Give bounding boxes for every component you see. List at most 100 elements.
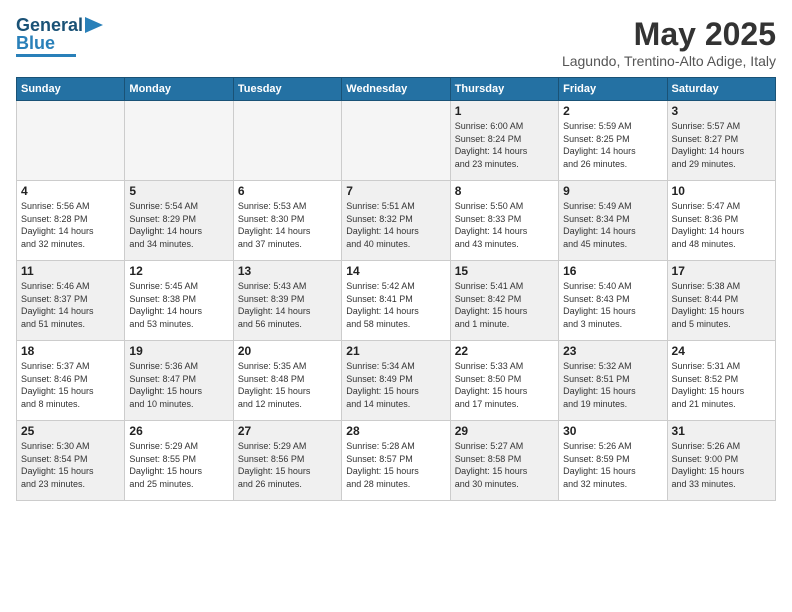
- calendar-cell: 12 Sunrise: 5:45 AM Sunset: 8:38 PM Dayli…: [125, 261, 233, 341]
- month-year-title: May 2025: [562, 16, 776, 53]
- calendar-cell: 16Sunrise: 5:40 AM Sunset: 8:43 PM Dayli…: [559, 261, 667, 341]
- calendar-cell: 31 Sunrise: 5:26 AM Sunset: 9:00 PM Dayli…: [667, 421, 775, 501]
- cell-info: Sunrise: 5:35 AM Sunset: 8:48 PM Dayligh…: [238, 360, 337, 410]
- calendar-week-row: 1Sunrise: 6:00 AM Sunset: 8:24 PM Daylig…: [17, 101, 776, 181]
- calendar-week-row: 11 Sunrise: 5:46 AM Sunset: 8:37 PM Dayli…: [17, 261, 776, 341]
- calendar-header-row: SundayMondayTuesdayWednesdayThursdayFrid…: [17, 78, 776, 101]
- day-number: 23: [563, 344, 662, 358]
- cell-info: Sunrise: 5:36 AM Sunset: 8:47 PM Dayligh…: [129, 360, 228, 410]
- calendar-cell: 26 Sunrise: 5:29 AM Sunset: 8:55 PM Dayli…: [125, 421, 233, 501]
- day-of-week-header: Sunday: [17, 78, 125, 101]
- cell-info: Sunrise: 5:49 AM Sunset: 8:34 PM Dayligh…: [563, 200, 662, 250]
- cell-info: Sunrise: 5:32 AM Sunset: 8:51 PM Dayligh…: [563, 360, 662, 410]
- cell-info: Sunrise: 5:26 AM Sunset: 9:00 PM Dayligh…: [672, 440, 771, 490]
- calendar-cell: 11 Sunrise: 5:46 AM Sunset: 8:37 PM Dayli…: [17, 261, 125, 341]
- calendar-cell: 17Sunrise: 5:38 AM Sunset: 8:44 PM Dayli…: [667, 261, 775, 341]
- location-subtitle: Lagundo, Trentino-Alto Adige, Italy: [562, 53, 776, 69]
- calendar-cell: 1Sunrise: 6:00 AM Sunset: 8:24 PM Daylig…: [450, 101, 558, 181]
- calendar-cell: [233, 101, 341, 181]
- calendar-cell: 6 Sunrise: 5:53 AM Sunset: 8:30 PM Daylig…: [233, 181, 341, 261]
- day-number: 26: [129, 424, 228, 438]
- day-of-week-header: Wednesday: [342, 78, 450, 101]
- day-number: 13: [238, 264, 337, 278]
- calendar-cell: 15 Sunrise: 5:41 AM Sunset: 8:42 PM Dayli…: [450, 261, 558, 341]
- day-number: 7: [346, 184, 445, 198]
- calendar-cell: 18 Sunrise: 5:37 AM Sunset: 8:46 PM Dayli…: [17, 341, 125, 421]
- cell-info: Sunrise: 5:26 AM Sunset: 8:59 PM Dayligh…: [563, 440, 662, 490]
- day-number: 27: [238, 424, 337, 438]
- logo-arrow-icon: [85, 17, 103, 33]
- calendar-cell: 22 Sunrise: 5:33 AM Sunset: 8:50 PM Dayli…: [450, 341, 558, 421]
- calendar-table: SundayMondayTuesdayWednesdayThursdayFrid…: [16, 77, 776, 501]
- cell-info: Sunrise: 5:57 AM Sunset: 8:27 PM Dayligh…: [672, 120, 771, 170]
- day-number: 19: [129, 344, 228, 358]
- calendar-cell: 20 Sunrise: 5:35 AM Sunset: 8:48 PM Dayli…: [233, 341, 341, 421]
- day-number: 15: [455, 264, 554, 278]
- cell-info: Sunrise: 5:42 AM Sunset: 8:41 PM Dayligh…: [346, 280, 445, 330]
- calendar-cell: 9Sunrise: 5:49 AM Sunset: 8:34 PM Daylig…: [559, 181, 667, 261]
- day-number: 8: [455, 184, 554, 198]
- calendar-cell: 30 Sunrise: 5:26 AM Sunset: 8:59 PM Dayli…: [559, 421, 667, 501]
- calendar-cell: 8 Sunrise: 5:50 AM Sunset: 8:33 PM Daylig…: [450, 181, 558, 261]
- calendar-cell: 7Sunrise: 5:51 AM Sunset: 8:32 PM Daylig…: [342, 181, 450, 261]
- logo-text-blue: Blue: [16, 34, 55, 52]
- day-number: 22: [455, 344, 554, 358]
- cell-info: Sunrise: 5:56 AM Sunset: 8:28 PM Dayligh…: [21, 200, 120, 250]
- page-header: General Blue May 2025 Lagundo, Trentino-…: [16, 16, 776, 69]
- day-number: 10: [672, 184, 771, 198]
- day-number: 29: [455, 424, 554, 438]
- logo: General Blue: [16, 16, 103, 57]
- day-number: 31: [672, 424, 771, 438]
- day-number: 5: [129, 184, 228, 198]
- cell-info: Sunrise: 5:53 AM Sunset: 8:30 PM Dayligh…: [238, 200, 337, 250]
- cell-info: Sunrise: 5:47 AM Sunset: 8:36 PM Dayligh…: [672, 200, 771, 250]
- calendar-cell: 19 Sunrise: 5:36 AM Sunset: 8:47 PM Dayli…: [125, 341, 233, 421]
- cell-info: Sunrise: 5:37 AM Sunset: 8:46 PM Dayligh…: [21, 360, 120, 410]
- calendar-cell: [342, 101, 450, 181]
- day-number: 6: [238, 184, 337, 198]
- day-number: 24: [672, 344, 771, 358]
- day-number: 4: [21, 184, 120, 198]
- day-of-week-header: Saturday: [667, 78, 775, 101]
- cell-info: Sunrise: 6:00 AM Sunset: 8:24 PM Dayligh…: [455, 120, 554, 170]
- calendar-cell: 3 Sunrise: 5:57 AM Sunset: 8:27 PM Daylig…: [667, 101, 775, 181]
- day-of-week-header: Monday: [125, 78, 233, 101]
- calendar-cell: 23 Sunrise: 5:32 AM Sunset: 8:51 PM Dayli…: [559, 341, 667, 421]
- cell-info: Sunrise: 5:28 AM Sunset: 8:57 PM Dayligh…: [346, 440, 445, 490]
- day-number: 12: [129, 264, 228, 278]
- cell-info: Sunrise: 5:30 AM Sunset: 8:54 PM Dayligh…: [21, 440, 120, 490]
- day-number: 25: [21, 424, 120, 438]
- day-of-week-header: Friday: [559, 78, 667, 101]
- calendar-cell: 29 Sunrise: 5:27 AM Sunset: 8:58 PM Dayli…: [450, 421, 558, 501]
- day-of-week-header: Thursday: [450, 78, 558, 101]
- calendar-cell: 21Sunrise: 5:34 AM Sunset: 8:49 PM Dayli…: [342, 341, 450, 421]
- calendar-cell: 24Sunrise: 5:31 AM Sunset: 8:52 PM Dayli…: [667, 341, 775, 421]
- cell-info: Sunrise: 5:29 AM Sunset: 8:56 PM Dayligh…: [238, 440, 337, 490]
- day-number: 3: [672, 104, 771, 118]
- day-number: 20: [238, 344, 337, 358]
- calendar-week-row: 25 Sunrise: 5:30 AM Sunset: 8:54 PM Dayli…: [17, 421, 776, 501]
- day-number: 18: [21, 344, 120, 358]
- day-of-week-header: Tuesday: [233, 78, 341, 101]
- cell-info: Sunrise: 5:45 AM Sunset: 8:38 PM Dayligh…: [129, 280, 228, 330]
- calendar-cell: 28Sunrise: 5:28 AM Sunset: 8:57 PM Dayli…: [342, 421, 450, 501]
- calendar-cell: 13Sunrise: 5:43 AM Sunset: 8:39 PM Dayli…: [233, 261, 341, 341]
- cell-info: Sunrise: 5:27 AM Sunset: 8:58 PM Dayligh…: [455, 440, 554, 490]
- calendar-cell: [125, 101, 233, 181]
- cell-info: Sunrise: 5:40 AM Sunset: 8:43 PM Dayligh…: [563, 280, 662, 330]
- calendar-cell: 4 Sunrise: 5:56 AM Sunset: 8:28 PM Daylig…: [17, 181, 125, 261]
- cell-info: Sunrise: 5:50 AM Sunset: 8:33 PM Dayligh…: [455, 200, 554, 250]
- day-number: 30: [563, 424, 662, 438]
- calendar-cell: 5 Sunrise: 5:54 AM Sunset: 8:29 PM Daylig…: [125, 181, 233, 261]
- calendar-cell: [17, 101, 125, 181]
- cell-info: Sunrise: 5:34 AM Sunset: 8:49 PM Dayligh…: [346, 360, 445, 410]
- cell-info: Sunrise: 5:33 AM Sunset: 8:50 PM Dayligh…: [455, 360, 554, 410]
- cell-info: Sunrise: 5:29 AM Sunset: 8:55 PM Dayligh…: [129, 440, 228, 490]
- cell-info: Sunrise: 5:54 AM Sunset: 8:29 PM Dayligh…: [129, 200, 228, 250]
- calendar-cell: 14Sunrise: 5:42 AM Sunset: 8:41 PM Dayli…: [342, 261, 450, 341]
- day-number: 11: [21, 264, 120, 278]
- cell-info: Sunrise: 5:46 AM Sunset: 8:37 PM Dayligh…: [21, 280, 120, 330]
- cell-info: Sunrise: 5:41 AM Sunset: 8:42 PM Dayligh…: [455, 280, 554, 330]
- logo-text: General: [16, 16, 83, 34]
- calendar-cell: 10 Sunrise: 5:47 AM Sunset: 8:36 PM Dayli…: [667, 181, 775, 261]
